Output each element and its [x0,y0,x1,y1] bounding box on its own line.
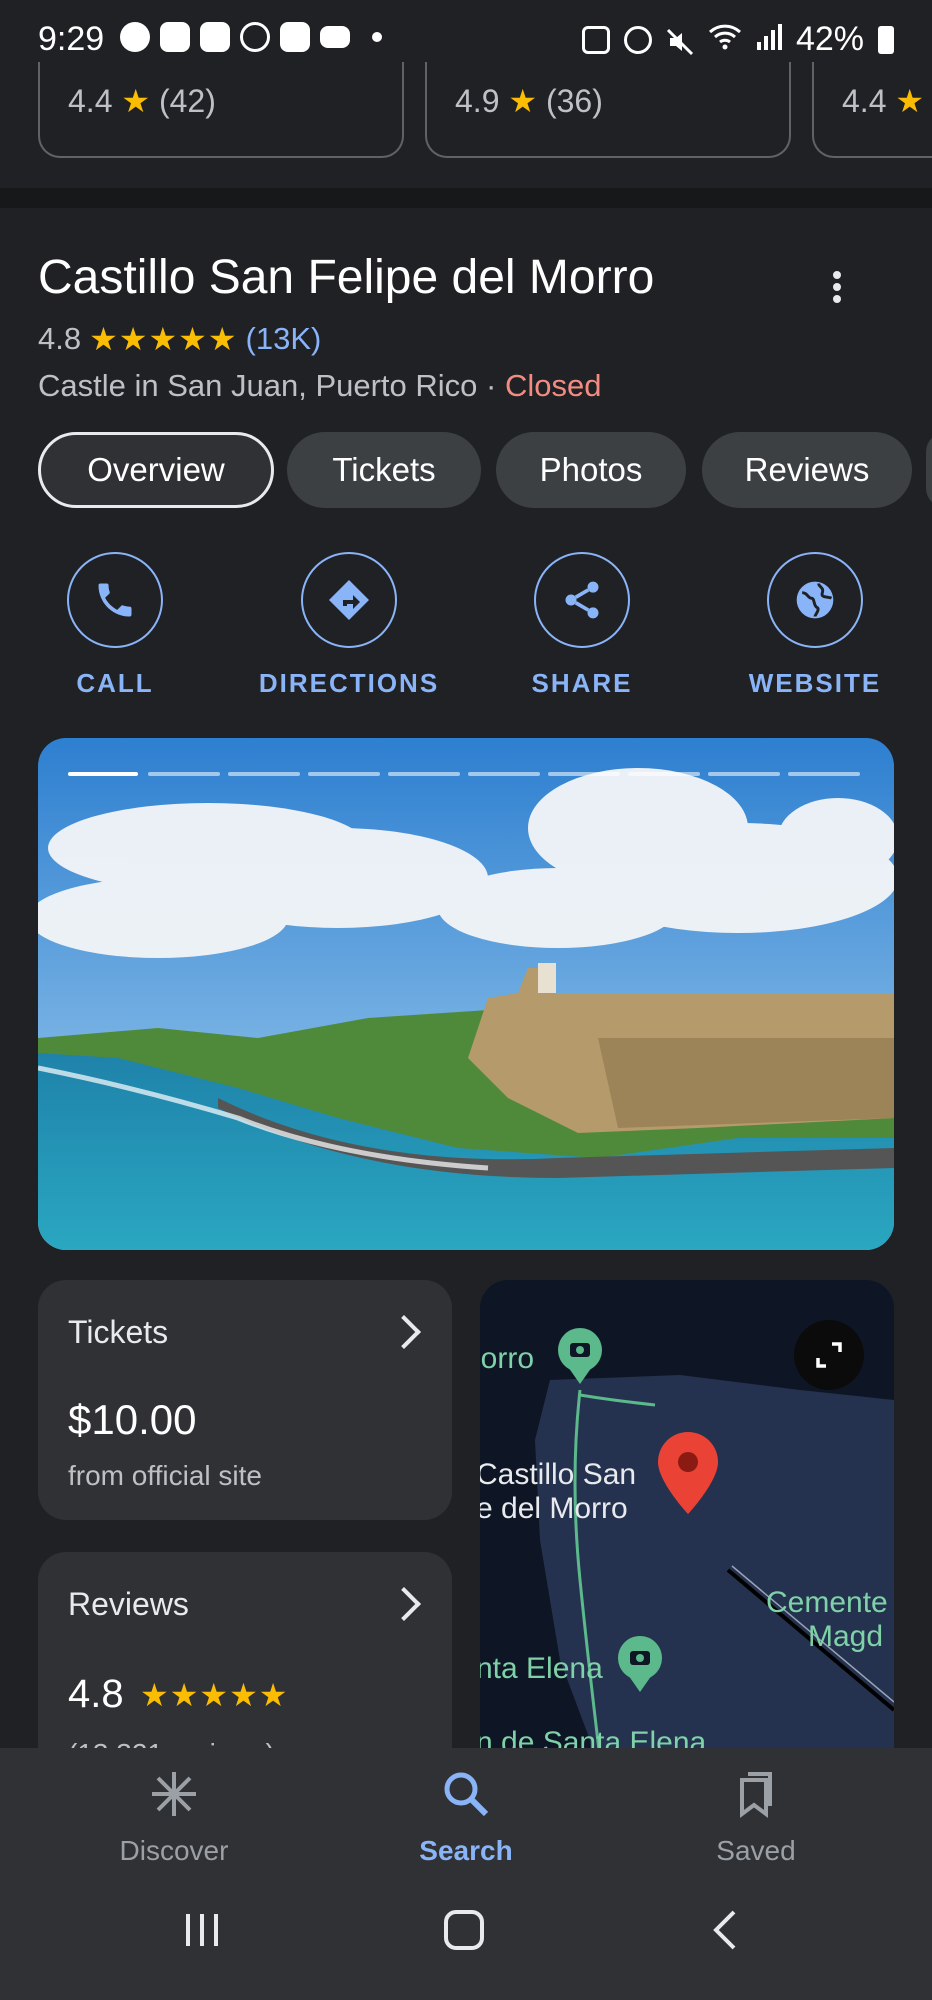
directions-label: DIRECTIONS [258,668,440,698]
expand-map-icon[interactable] [794,1320,864,1390]
photo-progress-segment [148,772,220,776]
share-label: SHARE [531,668,633,698]
photo-progress-segment [388,772,460,776]
website-button[interactable]: WEBSITE [720,552,910,699]
place-title: Castillo San Felipe del Morro [38,251,655,304]
photo-progress-segment [308,772,380,776]
reviews-score: 4.8 [68,1672,124,1716]
nav-saved-label: Saved [716,1835,796,1866]
search-icon [444,1772,489,1817]
bottom-navigation: Discover Search Saved [0,1748,932,1868]
nearby-place-card[interactable]: 4.4 ★ (42) [38,62,404,158]
system-navigation-bar [0,1868,932,2000]
open-status: Closed [504,368,602,403]
map-label-santa-elena: nta Elena [480,1652,603,1685]
review-count[interactable]: (13K) [246,321,322,357]
place-category: Castle in San Juan, Puerto Rico [38,368,478,403]
phone-icon [67,552,163,648]
place-photo[interactable] [38,738,894,1250]
photo-progress-segment [68,772,138,776]
nav-search[interactable]: Search [366,1768,566,1867]
chevron-right-icon [387,1315,421,1349]
castle-photo-image [38,738,894,1250]
section-divider [0,188,932,208]
star-icon: ★ [121,83,151,119]
mute-icon [666,26,694,55]
photo-progress-segment [788,772,860,776]
directions-icon [301,552,397,648]
place-rating-row[interactable]: 4.8 ★★★★★ (13K) [38,320,321,358]
status-time: 9:29 [38,20,105,58]
more-notifications-icon [372,32,382,42]
call-button[interactable]: CALL [20,552,210,699]
tab-overview[interactable]: Overview [38,432,274,508]
nearby-review-count: (42) [158,83,216,119]
star-icon: ★ [508,83,538,119]
battery-percentage: 42% [795,20,864,58]
nearby-place-card[interactable]: 4.9 ★ (36) [425,62,791,158]
more-options-icon[interactable] [824,268,850,308]
map-label-cemetery-2: Magd [808,1620,884,1653]
back-icon[interactable] [706,1908,746,1952]
tab-tickets[interactable]: Tickets [287,432,481,508]
photo-progress-segment [708,772,780,776]
info-icon [120,22,150,52]
map-label-castillo-2: e del Morro [480,1492,628,1525]
share-icon [534,552,630,648]
nearby-place-card[interactable]: 4.4 ★ [812,62,932,158]
map-label-cemetery: Cemente [766,1586,888,1619]
directions-button[interactable]: DIRECTIONS [254,552,444,699]
system-icons: 42% [581,20,894,59]
nearby-rating: 4.9 [455,83,500,119]
globe-icon [767,552,863,648]
separator: · [486,368,497,403]
photo-progress-segment [548,772,620,776]
nav-search-label: Search [419,1835,513,1866]
reviews-stars: ★★★★★ [140,1677,289,1713]
rating-stars: ★★★★★ [89,321,238,357]
nearby-rating: 4.4 [842,83,887,119]
youtube-icon [160,22,190,52]
tickets-card[interactable]: Tickets $10.00 from official site [38,1280,452,1520]
tab-photos[interactable]: Photos [496,432,686,508]
photo-progress-segment [468,772,540,776]
reviews-card-title: Reviews [68,1586,189,1622]
recent-apps-icon[interactable] [182,1910,222,1950]
tab-more[interactable] [926,432,932,508]
discover-icon [152,1772,196,1816]
tab-reviews[interactable]: Reviews [702,432,912,508]
saved-icon [740,1772,772,1818]
airbnb-icon [240,22,270,52]
nav-saved[interactable]: Saved [656,1768,856,1867]
tickets-card-title: Tickets [68,1314,169,1350]
share-button[interactable]: SHARE [487,552,677,699]
signal-icon [756,20,782,59]
photo-progress-segment [628,772,700,776]
nearby-rating: 4.4 [68,83,113,119]
website-label: WEBSITE [748,668,882,698]
photo-progress-segment [228,772,300,776]
nav-discover[interactable]: Discover [74,1768,274,1867]
call-label: CALL [76,668,154,698]
nfc-icon [581,25,610,54]
wifi-icon [708,20,742,59]
battery-icon [878,25,894,54]
map-label-castillo: Castillo San [480,1458,637,1491]
nav-discover-label: Discover [119,1835,229,1866]
home-icon[interactable] [442,1908,486,1952]
nearby-review-count: (36) [545,83,603,119]
youtube-icon [200,22,230,52]
nearby-places-carousel[interactable]: 4.4 ★ (42) 4.9 ★ (36) 4.4 ★ [0,62,932,192]
alarm-icon [623,25,652,54]
notification-icons [120,22,382,52]
place-subtitle: Castle in San Juan, Puerto Rico · Closed [38,368,601,404]
mail-icon [320,26,350,48]
game-icon [280,22,310,52]
ticket-price: $10.00 [68,1396,197,1443]
chevron-right-icon [387,1587,421,1621]
ticket-source: from official site [68,1460,262,1491]
map-label-morro: lorro [480,1342,535,1375]
star-icon: ★ [895,83,925,119]
place-rating: 4.8 [38,321,82,356]
